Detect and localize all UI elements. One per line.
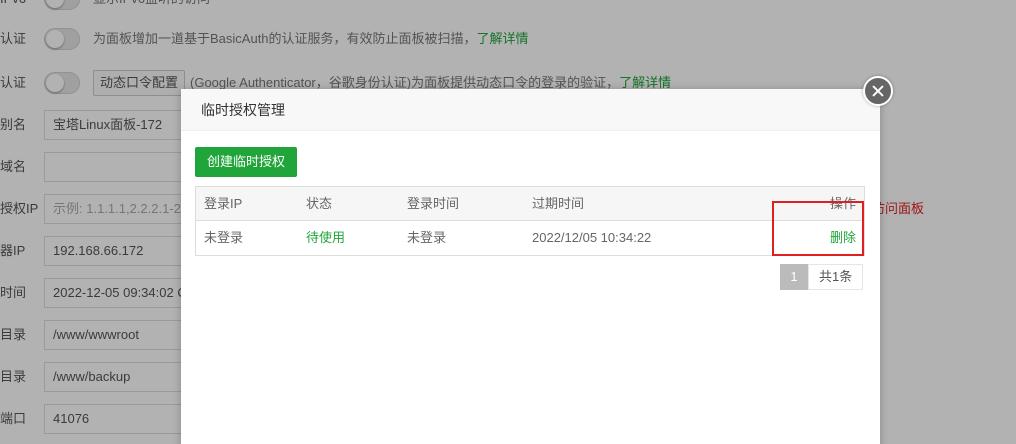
temp-auth-table: 登录IP 状态 登录时间 过期时间 操作 未登录 待使用 未登录 2022/12…: [195, 186, 865, 256]
pagination: 1 共1条: [780, 264, 864, 290]
header-expire-time: 过期时间: [532, 196, 585, 211]
dialog-title: 临时授权管理: [181, 89, 880, 131]
page-current[interactable]: 1: [780, 264, 808, 290]
temp-auth-dialog: 临时授权管理 创建临时授权 登录IP 状态 登录时间 过期时间 操作 未登录 待…: [181, 89, 880, 444]
header-login-time: 登录时间: [407, 196, 460, 211]
cell-expire-time: 2022/12/05 10:34:22: [532, 230, 652, 245]
create-temp-auth-button[interactable]: 创建临时授权: [195, 147, 298, 177]
close-icon[interactable]: [863, 76, 893, 106]
table-row: 未登录 待使用 未登录 2022/12/05 10:34:22 删除: [196, 221, 864, 255]
red-highlight-box: [772, 201, 864, 256]
table-header: 登录IP 状态 登录时间 过期时间 操作: [196, 187, 864, 221]
cell-login-ip: 未登录: [204, 230, 244, 245]
cell-status: 待使用: [306, 230, 346, 245]
header-status: 状态: [306, 196, 333, 211]
header-login-ip: 登录IP: [204, 196, 243, 211]
page-total-count: 共1条: [808, 264, 864, 290]
cell-login-time: 未登录: [407, 230, 447, 245]
